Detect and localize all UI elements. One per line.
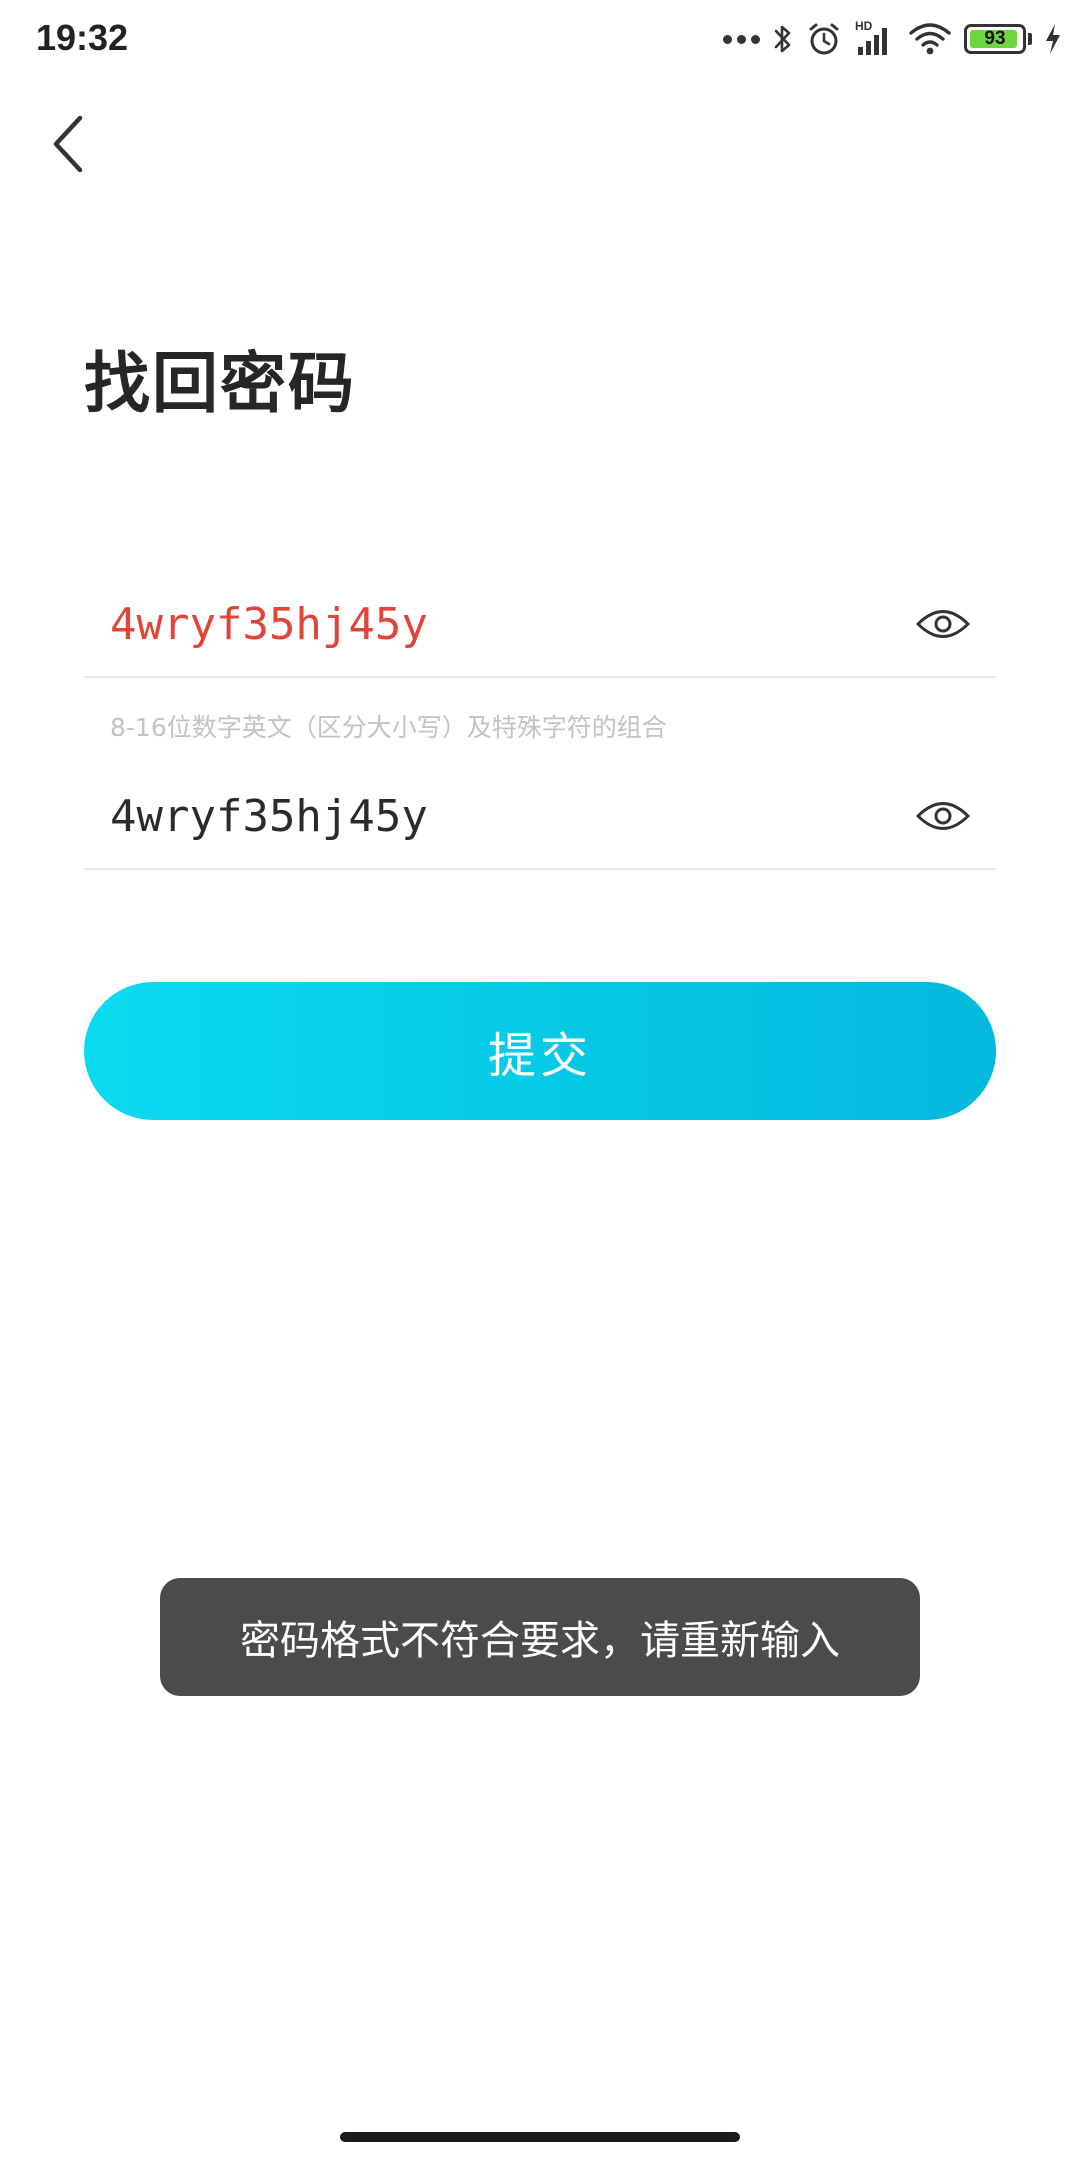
alarm-icon xyxy=(809,23,839,55)
battery-cap xyxy=(1028,33,1032,45)
bluetooth-icon xyxy=(774,25,791,53)
confirm-password-field xyxy=(84,764,996,870)
signal-icon: HD xyxy=(855,19,887,55)
back-button[interactable] xyxy=(38,108,98,180)
status-time: 19:32 xyxy=(36,17,129,58)
page-title: 找回密码 xyxy=(84,345,356,422)
battery-level: 93 xyxy=(984,28,1006,49)
new-password-field xyxy=(84,572,996,678)
error-toast: 密码格式不符合要求，请重新输入 xyxy=(160,1578,920,1696)
password-hint: 8-16位数字英文（区分大小写）及特殊字符的组合 xyxy=(110,713,667,742)
eye-icon xyxy=(915,802,971,830)
hd-label: HD xyxy=(855,19,873,33)
submit-button-label: 提交 xyxy=(487,1028,592,1084)
wifi-icon xyxy=(909,23,951,55)
battery-icon: 93 xyxy=(964,24,1026,54)
status-icons: HD 93 xyxy=(706,14,1062,64)
home-indicator[interactable] xyxy=(340,2132,740,2142)
charging-icon xyxy=(1046,24,1060,54)
chevron-left-icon xyxy=(53,115,83,173)
more-dots-icon xyxy=(718,34,760,44)
show-confirm-password-toggle[interactable] xyxy=(914,794,972,838)
toast-message: 密码格式不符合要求，请重新输入 xyxy=(240,1618,840,1664)
show-password-toggle[interactable] xyxy=(914,602,972,646)
status-bar: 19:32 HD 93 xyxy=(0,0,1080,78)
eye-icon xyxy=(915,610,971,638)
submit-button[interactable]: 提交 xyxy=(84,982,996,1120)
confirm-password-input[interactable] xyxy=(110,778,890,854)
new-password-input[interactable] xyxy=(110,586,890,662)
